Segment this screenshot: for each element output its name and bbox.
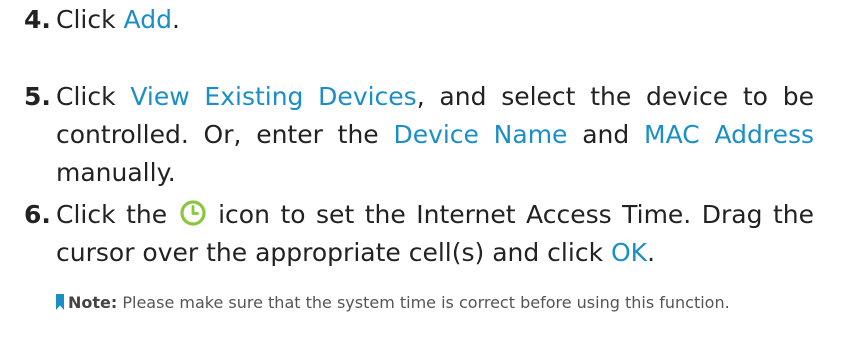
step-text-part: . [171, 5, 180, 34]
view-existing-devices-link[interactable]: View Existing Devices [130, 82, 416, 111]
step-text: Click the icon to set the Internet Acces… [56, 196, 814, 272]
step-text: Click View Existing Devices, and select … [56, 78, 814, 192]
mac-address-link[interactable]: MAC Address [644, 120, 814, 149]
step-text-part: manually. [56, 158, 176, 187]
note-label: Note: [68, 293, 118, 312]
step-5: 5. Click View Existing Devices, and sele… [24, 78, 814, 192]
step-6: 6. Click the icon to set the Internet Ac… [24, 196, 814, 272]
step-number: 6. [24, 200, 51, 229]
step-text-part: Click [56, 82, 131, 111]
device-name-link[interactable]: Device Name [393, 120, 567, 149]
step-4: 4. Click Add. [24, 1, 814, 39]
add-link[interactable]: Add [124, 5, 172, 34]
step-number: 4. [24, 5, 51, 34]
step-text-part: Click the [56, 200, 178, 229]
step-text-part: and [567, 120, 644, 149]
step-text: Click Add. [56, 1, 814, 39]
ok-link[interactable]: OK [611, 238, 647, 267]
step-text-part: . [647, 238, 656, 267]
note: Note: Please make sure that the system t… [56, 289, 814, 316]
step-number: 5. [24, 82, 51, 111]
step-text-part: Click [56, 5, 124, 34]
document-page: 4. Click Add. 5. Click View Existing Dev… [0, 0, 860, 345]
clock-icon[interactable] [180, 199, 206, 226]
note-text: Please make sure that the system time is… [117, 293, 730, 312]
bookmark-flag-icon [56, 291, 64, 310]
